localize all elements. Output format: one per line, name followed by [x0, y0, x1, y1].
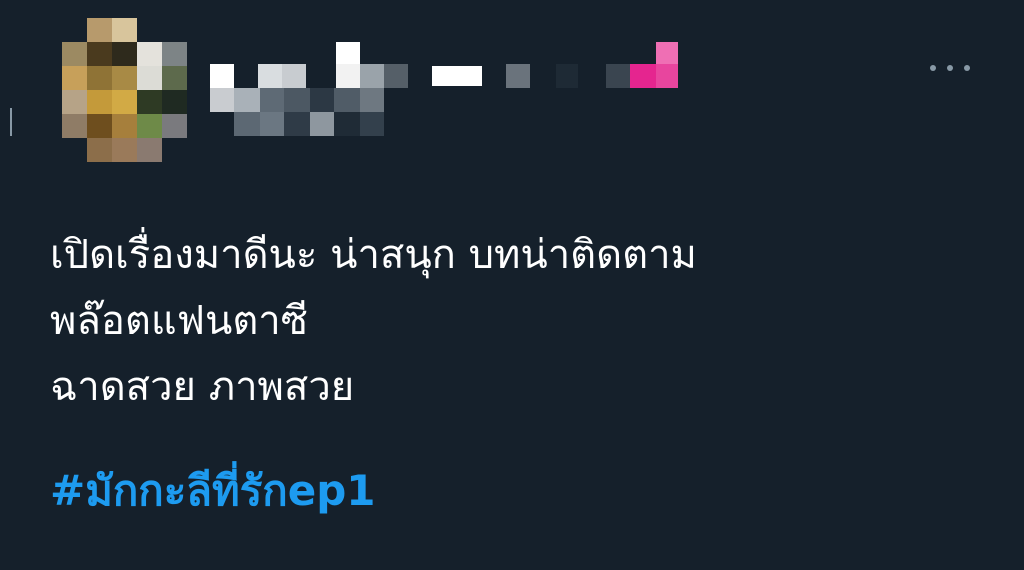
dot: [947, 65, 953, 71]
tweet-line: พล๊อตแฟนตาซี: [50, 298, 308, 344]
more-options-icon[interactable]: [930, 60, 970, 76]
avatar[interactable]: [62, 18, 187, 163]
tweet-line: เปิดเรื่องมาดีนะ น่าสนุก บทน่าติดตาม: [50, 232, 697, 278]
hashtag-link[interactable]: #มักกะลีที่รักep1: [50, 458, 375, 524]
dot: [964, 65, 970, 71]
tweet-text: เปิดเรื่องมาดีนะ น่าสนุก บทน่าติดตาม พล๊…: [50, 222, 950, 420]
author-name[interactable]: [210, 42, 680, 140]
edge-divider: [10, 108, 12, 136]
tweet-card: เปิดเรื่องมาดีนะ น่าสนุก บทน่าติดตาม พล๊…: [0, 0, 1024, 570]
dot: [930, 65, 936, 71]
tweet-line: ฉาดสวย ภาพสวย: [50, 364, 355, 410]
